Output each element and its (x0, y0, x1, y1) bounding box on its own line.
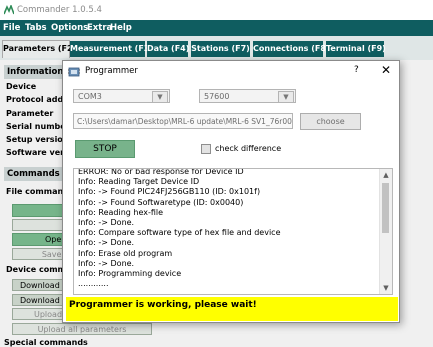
window-title: Commander 1.0.5.4 (17, 5, 102, 15)
programmer-dialog: Programmer ? ✕ COM3 ▼ 57600 ▼ C:\Users\d… (62, 60, 400, 323)
port-value: COM3 (78, 92, 102, 101)
right-panel (400, 60, 433, 347)
file-commands-label: File comman (6, 187, 64, 196)
log-line: Info: Programming device (78, 269, 182, 279)
menu-tabs[interactable]: Tabs (25, 23, 47, 33)
setup-version-label: Setup version (6, 135, 69, 144)
stop-button[interactable]: STOP (75, 140, 135, 158)
status-message: Programmer is working, please wait! (66, 297, 398, 321)
close-button[interactable]: ✕ (381, 63, 391, 77)
log-line: Info: Reading Target Device ID (78, 177, 200, 187)
scroll-up-icon[interactable]: ▲ (380, 169, 392, 181)
log-line: Info: Erase old program (78, 248, 173, 258)
baud-rate-select[interactable]: 57600 ▼ (199, 89, 296, 103)
menu-extra[interactable]: Extra (87, 23, 112, 33)
special-commands-label: Special commands (4, 338, 88, 347)
log-line: Info: -> Done. (78, 238, 135, 248)
programmer-icon (68, 67, 80, 77)
hex-file-path-field[interactable]: C:\Users\damar\Desktop\MRL-6 update\MRL-… (73, 113, 293, 129)
menu-help[interactable]: Help (110, 23, 132, 33)
log-line: Info: -> Found Softwaretype (ID: 0x0040) (78, 197, 244, 207)
chevron-down-icon[interactable]: ▼ (152, 91, 168, 103)
menu-file[interactable]: File (3, 23, 20, 33)
check-difference-label: check difference (215, 144, 282, 153)
chevron-down-icon[interactable]: ▼ (278, 91, 294, 103)
log-line: ............ (78, 279, 109, 289)
software-version-label: Software vers (6, 148, 69, 157)
tab-measurement[interactable]: Measurement (F3) (70, 41, 153, 57)
log-scrollbar[interactable]: ▲ ▼ (379, 169, 392, 294)
check-difference-checkbox[interactable] (201, 144, 211, 154)
baud-rate-value: 57600 (204, 92, 230, 101)
tab-connections[interactable]: Connections (F8) (253, 41, 330, 57)
title-bar: Commander 1.0.5.4 (0, 0, 433, 20)
tab-bar: Parameters (F2) Measurement (F3) Data (F… (0, 36, 433, 60)
dialog-title: Programmer (85, 66, 138, 76)
tab-stations[interactable]: Stations (F7) (191, 41, 250, 57)
serial-number-label: Serial number (6, 122, 70, 131)
device-label: Device (6, 82, 37, 91)
log-line: Info: Compare software type of hex file … (78, 228, 281, 238)
tab-parameters[interactable]: Parameters (F2) (2, 40, 76, 58)
scroll-thumb[interactable] (382, 183, 389, 233)
scroll-down-icon[interactable]: ▼ (380, 282, 392, 294)
choose-file-button[interactable]: choose (300, 113, 361, 130)
device-commands-label: Device comm (6, 265, 66, 274)
parameter-label: Parameter (6, 109, 54, 118)
menu-options[interactable]: Options (51, 23, 88, 33)
protocol-address-label: Protocol addr (6, 95, 68, 104)
log-line: ERROR: No or bad response for Device ID (78, 168, 244, 176)
help-button[interactable]: ? (354, 65, 359, 75)
port-select[interactable]: COM3 ▼ (73, 89, 170, 103)
log-line: Info: -> Done. (78, 218, 135, 228)
app-logo-icon (4, 5, 14, 15)
tab-data[interactable]: Data (F4) (147, 41, 189, 57)
log-lines: ERROR: No or bad response for Device ID … (78, 168, 378, 289)
menu-bar: File Tabs Options Extra Help (0, 20, 433, 36)
log-line: Info: -> Found PIC24FJ256GB110 (ID: 0x10… (78, 187, 261, 197)
log-output[interactable]: ERROR: No or bad response for Device ID … (73, 168, 393, 295)
log-line: Info: -> Done. (78, 258, 135, 268)
tab-terminal[interactable]: Terminal (F9) (326, 41, 386, 57)
log-line: Info: Reading hex-file (78, 207, 164, 217)
upload-all-parameters-button[interactable]: Upload all parameters (12, 323, 152, 335)
